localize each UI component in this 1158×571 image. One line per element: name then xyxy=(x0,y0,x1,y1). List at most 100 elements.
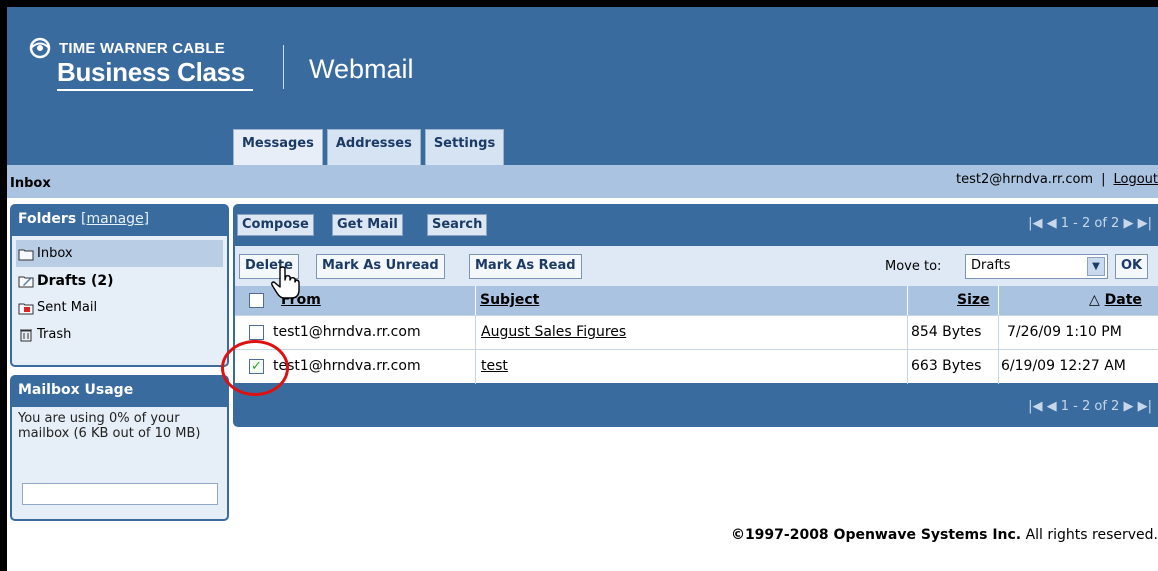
hand-cursor-icon xyxy=(271,266,300,299)
pager-bottom: |◀ ◀ 1 - 2 of 2 ▶ ▶| xyxy=(1028,399,1152,414)
subject-sort-link[interactable]: Subject xyxy=(480,292,539,308)
cell-divider xyxy=(907,316,908,350)
mailbox-usage-text: You are using 0% of your mailbox (6 KB o… xyxy=(18,411,201,441)
folder-item-drafts[interactable]: Drafts (2) xyxy=(16,267,223,294)
manage-folders-link[interactable]: [manage] xyxy=(81,211,149,227)
copyright-owner: ©1997-2008 Openwave Systems Inc. xyxy=(730,527,1022,543)
get-mail-button[interactable]: Get Mail xyxy=(332,214,403,236)
inbox-bar: Inbox test2@hrndva.rr.com | Logout xyxy=(7,165,1158,198)
prev-page-icon[interactable]: ◀ xyxy=(1047,399,1057,414)
tab-messages[interactable]: Messages xyxy=(233,129,323,165)
move-to-select[interactable]: Drafts ▼ xyxy=(965,254,1108,279)
first-page-icon[interactable]: |◀ xyxy=(1028,399,1042,414)
row-checkbox[interactable] xyxy=(249,325,264,340)
row-from: test1@hrndva.rr.com xyxy=(273,358,421,374)
sent-mail-icon xyxy=(18,303,34,314)
last-page-icon[interactable]: ▶| xyxy=(1138,216,1152,231)
window-frame-left xyxy=(0,0,7,571)
brand-underline xyxy=(57,89,253,91)
footer-copyright: ©1997-2008 Openwave Systems Inc. All rig… xyxy=(731,527,1158,543)
column-divider xyxy=(907,286,908,315)
column-header-date[interactable]: △ Date xyxy=(1089,292,1142,308)
mailbox-usage-bar xyxy=(22,483,218,505)
folder-item-inbox[interactable]: Inbox xyxy=(16,240,223,267)
column-header-subject[interactable]: Subject xyxy=(480,292,539,308)
folder-list: Inbox Drafts (2) Sent Mail Trash xyxy=(12,236,227,348)
size-sort-link[interactable]: Size xyxy=(957,292,990,308)
cell-divider xyxy=(998,316,999,350)
row-subject[interactable]: August Sales Figures xyxy=(481,324,626,340)
column-divider xyxy=(475,286,476,315)
row-subject-link[interactable]: test xyxy=(481,358,508,374)
trash-icon xyxy=(20,329,32,341)
user-separator: | xyxy=(1101,172,1106,187)
search-button[interactable]: Search xyxy=(427,214,488,236)
folders-title: Folders xyxy=(18,211,77,227)
window-frame-top xyxy=(0,0,1158,7)
next-page-icon[interactable]: ▶ xyxy=(1123,216,1133,231)
column-header-size[interactable]: Size xyxy=(957,292,990,308)
row-subject-link[interactable]: August Sales Figures xyxy=(481,324,626,340)
next-page-icon[interactable]: ▶ xyxy=(1123,399,1133,414)
table-row[interactable]: test1@hrndva.rr.com August Sales Figures… xyxy=(235,315,1158,350)
table-row[interactable]: ✓ test1@hrndva.rr.com test 663 Bytes 6/1… xyxy=(235,349,1158,384)
pager-top: |◀ ◀ 1 - 2 of 2 ▶ ▶| xyxy=(1028,216,1152,231)
tab-settings[interactable]: Settings xyxy=(424,129,505,165)
folders-header: Folders [manage] xyxy=(12,206,227,236)
table-header: From Subject Size △ Date xyxy=(235,286,1158,315)
app-title: Webmail xyxy=(309,54,414,84)
folder-icon xyxy=(18,249,34,260)
page-title: Inbox xyxy=(10,176,51,191)
folder-item-sent-mail[interactable]: Sent Mail xyxy=(16,294,223,321)
cell-divider xyxy=(907,350,908,384)
drafts-icon xyxy=(18,276,34,287)
actions-row: Delete Mark As Unread Mark As Read Move … xyxy=(235,246,1158,286)
eye-swirl-logo-icon xyxy=(29,37,51,59)
message-list-panel: Compose Get Mail Search |◀ ◀ 1 - 2 of 2 … xyxy=(233,204,1158,427)
cell-divider xyxy=(475,316,476,350)
brand-line2: Business Class xyxy=(57,57,246,87)
pager-text-bottom: 1 - 2 of 2 xyxy=(1060,399,1120,414)
move-to-value: Drafts xyxy=(971,258,1011,273)
pager-text-top: 1 - 2 of 2 xyxy=(1060,216,1120,231)
chevron-down-icon[interactable]: ▼ xyxy=(1087,257,1105,276)
row-size: 663 Bytes xyxy=(911,358,982,374)
header-divider xyxy=(283,45,284,89)
brand-line1: TIME WARNER CABLE xyxy=(59,40,225,57)
cell-divider xyxy=(475,350,476,384)
date-sort-link[interactable]: Date xyxy=(1105,292,1142,308)
ok-button[interactable]: OK xyxy=(1115,254,1149,279)
column-divider xyxy=(998,286,999,315)
compose-button[interactable]: Compose xyxy=(237,214,314,236)
move-to-label: Move to: xyxy=(885,259,942,274)
last-page-icon[interactable]: ▶| xyxy=(1138,399,1152,414)
folders-panel: Folders [manage] Inbox Drafts (2) Sent M… xyxy=(10,204,229,367)
folder-label-trash: Trash xyxy=(37,327,72,342)
logout-link[interactable]: Logout xyxy=(1113,172,1158,187)
row-subject[interactable]: test xyxy=(481,358,508,374)
folder-label-sent-mail: Sent Mail xyxy=(37,300,98,315)
mailbox-usage-panel: Mailbox Usage You are using 0% of your m… xyxy=(10,375,229,521)
row-date: 6/19/09 12:27 AM xyxy=(1001,358,1126,374)
highlight-circle xyxy=(221,340,289,396)
select-all-checkbox[interactable] xyxy=(249,293,264,308)
folder-label-inbox: Inbox xyxy=(37,246,73,261)
row-date: 7/26/09 1:10 PM xyxy=(1007,324,1122,340)
row-size: 854 Bytes xyxy=(911,324,982,340)
first-page-icon[interactable]: |◀ xyxy=(1028,216,1042,231)
sort-ascending-icon: △ xyxy=(1089,292,1100,308)
user-email: test2@hrndva.rr.com xyxy=(956,172,1094,187)
tab-addresses[interactable]: Addresses xyxy=(326,129,421,165)
prev-page-icon[interactable]: ◀ xyxy=(1047,216,1057,231)
row-from: test1@hrndva.rr.com xyxy=(273,324,421,340)
user-info: test2@hrndva.rr.com | Logout xyxy=(956,172,1158,187)
mark-as-unread-button[interactable]: Mark As Unread xyxy=(316,254,445,279)
header: TIME WARNER CABLE Business Class Webmail… xyxy=(7,7,1158,165)
mailbox-usage-title: Mailbox Usage xyxy=(12,377,227,407)
mark-as-read-button[interactable]: Mark As Read xyxy=(469,254,582,279)
cell-divider xyxy=(998,350,999,384)
main-tabs: Messages Addresses Settings xyxy=(233,129,508,165)
folder-item-trash[interactable]: Trash xyxy=(16,321,223,348)
copyright-rights: All rights reserved. xyxy=(1021,527,1158,543)
folder-label-drafts: Drafts (2) xyxy=(37,272,114,289)
